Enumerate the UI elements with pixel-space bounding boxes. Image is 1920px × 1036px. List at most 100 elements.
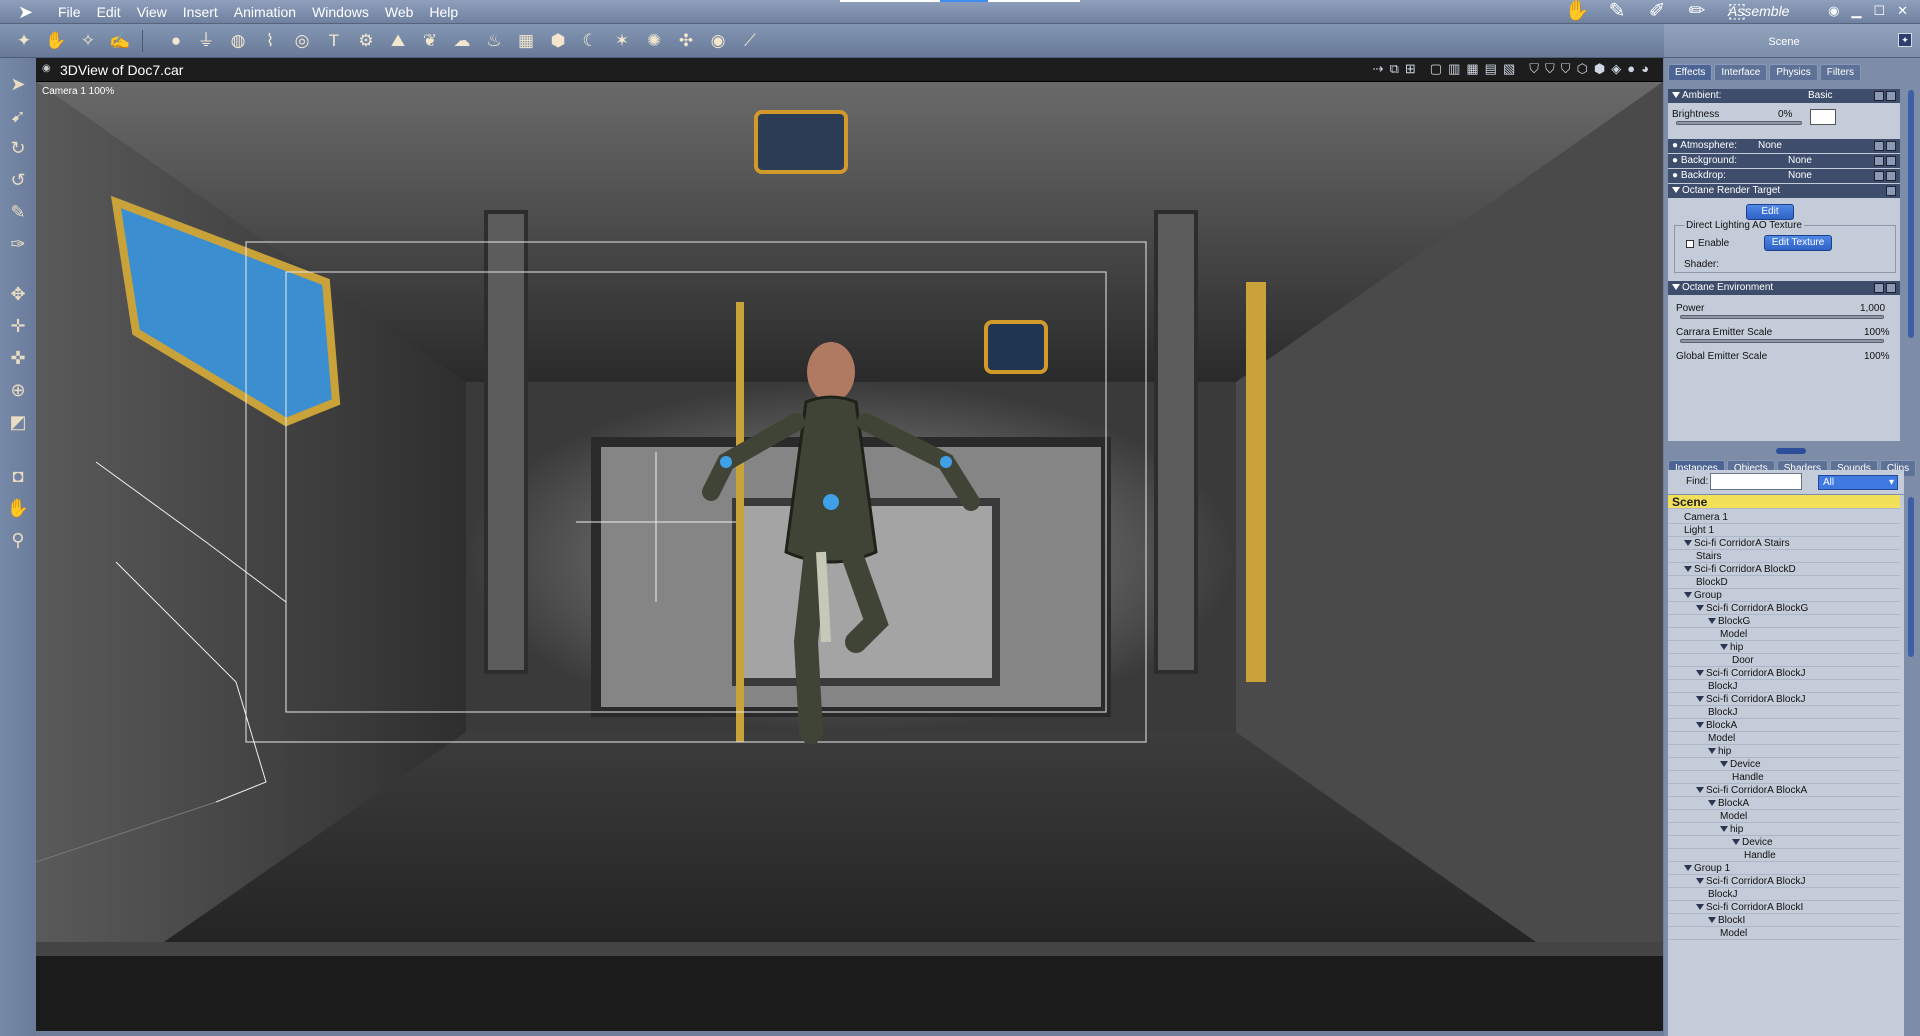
tree-scrollbar[interactable] xyxy=(1908,497,1914,657)
ambient-color-swatch[interactable] xyxy=(1810,109,1836,125)
backdrop-option-icon[interactable] xyxy=(1874,171,1884,181)
morph-tool-icon[interactable]: ✍ xyxy=(108,29,132,53)
tree-item[interactable]: Sci-fi CorridorA BlockG xyxy=(1668,602,1900,615)
tree-item[interactable]: Stairs xyxy=(1668,550,1900,563)
tree-item[interactable]: Sci-fi CorridorA BlockD xyxy=(1668,563,1900,576)
fire-icon[interactable]: ♨ xyxy=(482,29,506,53)
tree-item[interactable]: hip xyxy=(1668,745,1900,758)
tree-item[interactable]: Model xyxy=(1668,927,1900,940)
camera-nav-icon[interactable]: ⇢ xyxy=(1373,61,1384,77)
ambient-section[interactable]: Ambient: Basic xyxy=(1668,89,1900,103)
cloud-icon[interactable]: ☁ xyxy=(450,29,474,53)
brightness-slider[interactable] xyxy=(1676,121,1802,125)
menu-animation[interactable]: Animation xyxy=(226,3,304,21)
tree-item[interactable]: Scene xyxy=(1668,495,1900,509)
effects-scrollbar[interactable] xyxy=(1908,90,1914,338)
tree-item[interactable]: BlockJ xyxy=(1668,888,1900,901)
window-menu-icon[interactable]: ◉ xyxy=(42,63,51,74)
menu-edit[interactable]: Edit xyxy=(89,3,129,21)
terrain-icon[interactable]: ⛰ xyxy=(386,29,410,53)
maximize-icon[interactable]: ☐ xyxy=(1873,3,1885,19)
spline-icon[interactable]: ⌇ xyxy=(258,29,282,53)
tree-item[interactable]: Sci-fi CorridorA BlockJ xyxy=(1668,875,1900,888)
cube-shaded-icon[interactable]: ◈ xyxy=(1611,61,1621,77)
atmosphere-menu-icon[interactable] xyxy=(1886,141,1896,151)
tree-item[interactable]: BlockG xyxy=(1668,615,1900,628)
three-view-icon[interactable]: ▤ xyxy=(1485,61,1497,77)
disclosure-triangle-icon[interactable] xyxy=(1696,904,1704,911)
tab-effects[interactable]: Effects xyxy=(1668,64,1713,80)
shield-preview-icon[interactable]: ⛉ xyxy=(1545,61,1555,77)
edit-button[interactable]: Edit xyxy=(1746,204,1794,220)
atmosphere-section[interactable]: ● Atmosphere: None xyxy=(1668,139,1900,153)
move-plane-icon[interactable]: ✛ xyxy=(4,312,32,340)
background-value[interactable]: None xyxy=(1788,154,1812,168)
environment-menu-icon[interactable] xyxy=(1886,283,1896,293)
disclosure-triangle-icon[interactable] xyxy=(1696,878,1704,885)
disclosure-triangle-icon[interactable] xyxy=(1684,566,1692,573)
tree-item[interactable]: BlockI xyxy=(1668,914,1900,927)
camera-dolly-icon[interactable]: ◘ xyxy=(4,462,32,490)
assemble-room-icon[interactable]: ✋ xyxy=(1564,0,1590,22)
minimize-icon[interactable]: ▁ xyxy=(1851,3,1861,19)
tree-item[interactable]: Sci-fi CorridorA BlockI xyxy=(1668,901,1900,914)
tree-item[interactable]: Device xyxy=(1668,836,1900,849)
hand-pose-tool-icon[interactable]: ✋ xyxy=(44,29,68,53)
tree-item[interactable]: Model xyxy=(1668,810,1900,823)
view-icon[interactable]: ◉ xyxy=(1828,3,1839,19)
ocean-icon[interactable]: ☾ xyxy=(578,29,602,53)
3d-viewport[interactable]: Camera 1 100% xyxy=(36,82,1663,1031)
texture-brush-icon[interactable]: ◩ xyxy=(4,408,32,436)
tab-interface[interactable]: Interface xyxy=(1714,64,1768,80)
disclosure-triangle-icon[interactable] xyxy=(1708,917,1716,924)
bulb-light-icon[interactable]: ✺ xyxy=(642,29,666,53)
tree-item[interactable]: BlockJ xyxy=(1668,706,1900,719)
select-arrow-icon[interactable]: ➤ xyxy=(4,70,32,98)
ambient-option-icon[interactable] xyxy=(1874,91,1884,101)
power-slider[interactable] xyxy=(1680,315,1884,319)
model-room-icon[interactable]: ✎ xyxy=(1604,0,1630,22)
environment-option-icon[interactable] xyxy=(1874,283,1884,293)
find-input[interactable] xyxy=(1710,473,1802,490)
gear-icon[interactable]: ⚙ xyxy=(354,29,378,53)
distant-light-icon[interactable]: ✣ xyxy=(674,29,698,53)
trackball-icon[interactable]: ⊕ xyxy=(4,376,32,404)
menu-web[interactable]: Web xyxy=(377,3,422,21)
magic-tool-icon[interactable]: ✧ xyxy=(76,29,100,53)
tree-item[interactable]: hip xyxy=(1668,641,1900,654)
carrara-emitter-slider[interactable] xyxy=(1680,339,1884,343)
disclosure-triangle-icon[interactable] xyxy=(1684,592,1692,599)
twist-tool-icon[interactable]: ↺ xyxy=(4,166,32,194)
tree-item[interactable]: Handle xyxy=(1668,771,1900,784)
ambient-menu-icon[interactable] xyxy=(1886,91,1896,101)
pin-icon[interactable]: ✦ xyxy=(1898,33,1912,47)
target-icon[interactable]: ◉ xyxy=(706,29,730,53)
ambient-value[interactable]: Basic xyxy=(1808,89,1832,103)
disclosure-triangle-icon[interactable] xyxy=(1708,618,1716,625)
disclosure-triangle-icon[interactable] xyxy=(1708,800,1716,807)
disclosure-triangle-icon[interactable] xyxy=(1696,696,1704,703)
disclosure-triangle-icon[interactable] xyxy=(1732,839,1740,846)
background-option-icon[interactable] xyxy=(1874,156,1884,166)
disclosure-triangle-icon[interactable] xyxy=(1696,787,1704,794)
pencil-tool-icon[interactable]: ✎ xyxy=(4,198,32,226)
disclosure-triangle-icon[interactable] xyxy=(1720,761,1728,768)
render-target-section[interactable]: Octane Render Target xyxy=(1668,184,1900,198)
tree-item[interactable]: Sci-fi CorridorA Stairs xyxy=(1668,537,1900,550)
sphere-shaded-icon[interactable]: ● xyxy=(1627,61,1635,77)
background-menu-icon[interactable] xyxy=(1886,156,1896,166)
menu-insert[interactable]: Insert xyxy=(175,3,226,21)
storyboard-room-icon[interactable]: ✐ xyxy=(1644,0,1670,22)
render-target-menu-icon[interactable] xyxy=(1886,186,1896,196)
enable-checkbox[interactable] xyxy=(1686,240,1694,248)
sphere-icon[interactable]: ● xyxy=(164,29,188,53)
atmosphere-value[interactable]: None xyxy=(1758,139,1782,153)
hand-pan-icon[interactable]: ✋ xyxy=(4,494,32,522)
octane-environment-section[interactable]: Octane Environment xyxy=(1668,281,1900,295)
move-tool-icon[interactable]: ✥ xyxy=(4,280,32,308)
wire-icon[interactable]: ⧉ xyxy=(1390,61,1399,77)
cone-icon[interactable]: ⏚ xyxy=(194,29,218,53)
disclosure-triangle-icon[interactable] xyxy=(1696,605,1704,612)
disclosure-triangle-icon[interactable] xyxy=(1684,540,1692,547)
tree-item[interactable]: Model xyxy=(1668,628,1900,641)
